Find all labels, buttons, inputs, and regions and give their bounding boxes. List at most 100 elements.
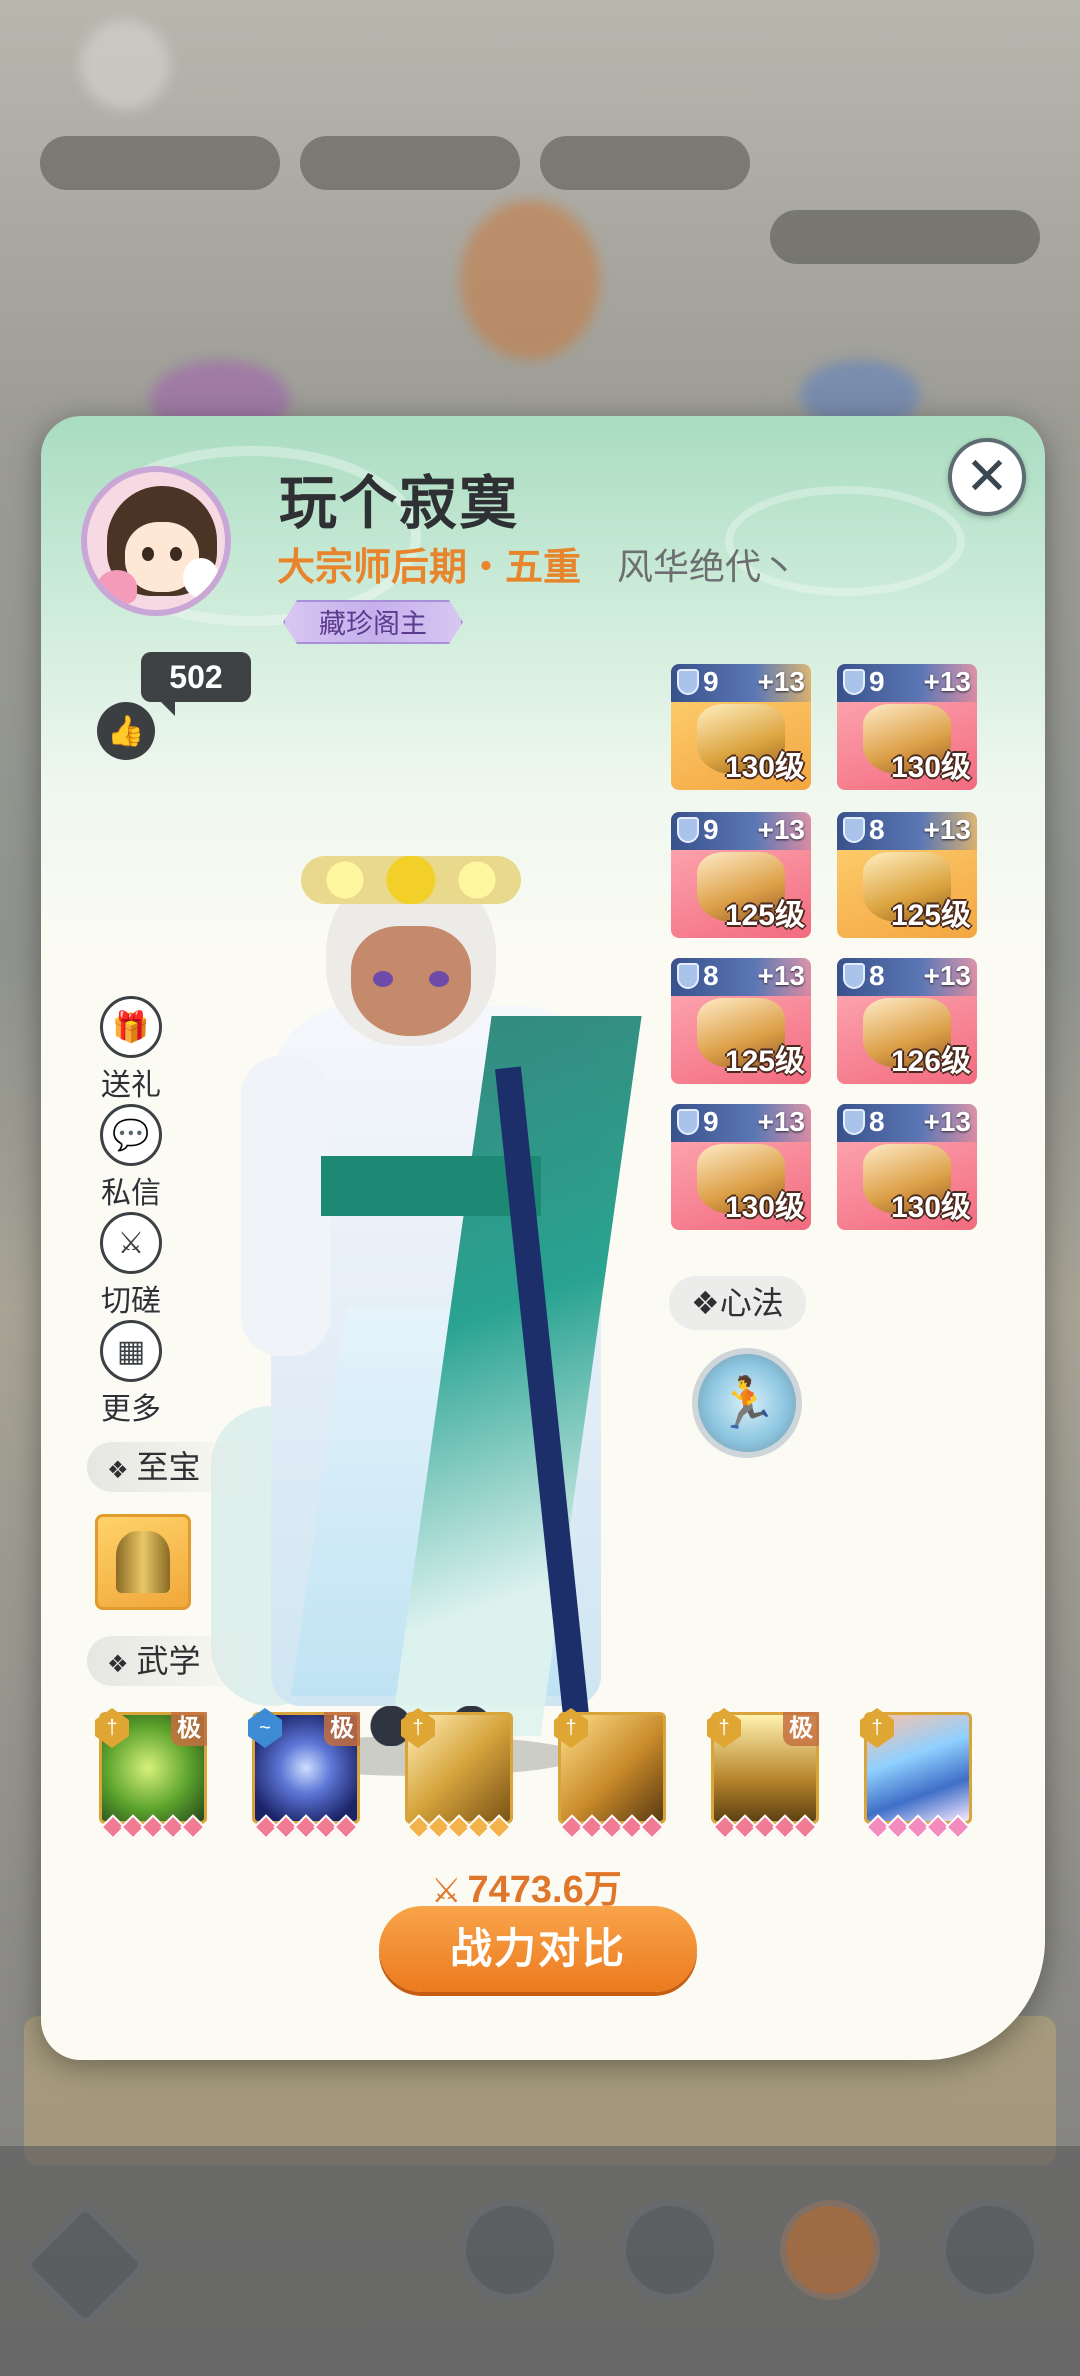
skill-slot[interactable]: †: [401, 1708, 513, 1840]
combat-power-icon: ⚔: [431, 1872, 462, 1910]
skill-slot[interactable]: †: [860, 1708, 972, 1840]
character-model[interactable]: [201, 746, 691, 1786]
equipment-slot-amulet[interactable]: 8 +13 130级: [837, 1104, 977, 1230]
item-level: 125级: [724, 1045, 805, 1078]
gem-count: 9: [703, 814, 719, 845]
gem-count: 8: [869, 1106, 885, 1137]
close-button[interactable]: ✕: [948, 438, 1026, 516]
gift-icon: 🎁: [100, 996, 162, 1058]
gem-shield-icon: [843, 817, 865, 843]
player-profile-modal: ✕ 玩个寂寞 大宗师后期・五重 风华绝代丶 藏珍阁主 502 👍 🎁 送礼 💬 …: [41, 416, 1045, 2060]
gem-shield-icon: [843, 1109, 865, 1135]
gem-shield-icon: [677, 669, 699, 695]
skill-grade-badge: 极: [324, 1712, 360, 1746]
skill-grade-badge: 极: [171, 1712, 207, 1746]
more-button[interactable]: ▦ 更多: [91, 1320, 171, 1428]
duel-button[interactable]: ⚔ 切磋: [91, 1212, 171, 1320]
equipment-slot-weapon[interactable]: 9 +13 130级: [671, 664, 811, 790]
item-level: 126级: [890, 1045, 971, 1078]
star-rating: [711, 1814, 819, 1840]
equipment-slot-helmet[interactable]: 9 +13 130级: [837, 664, 977, 790]
gem-count: 8: [869, 814, 885, 845]
like-count: 502: [141, 652, 251, 716]
enhance-level: +13: [923, 666, 972, 697]
message-icon: 💬: [100, 1104, 162, 1166]
star-rating: [405, 1814, 513, 1840]
item-level: 130级: [890, 1191, 971, 1224]
combat-power-value: 7473.6万: [467, 1869, 622, 1911]
gift-button[interactable]: 🎁 送礼: [91, 996, 171, 1104]
item-level: 130级: [724, 751, 805, 784]
more-grid-icon: ▦: [100, 1320, 162, 1382]
wuxue-section-title: ❖ 武学: [87, 1636, 261, 1686]
enhance-level: +13: [757, 814, 806, 845]
star-rating: [864, 1814, 972, 1840]
equipment-slot-armor[interactable]: 8 +13 125级: [837, 812, 977, 938]
diamond-bullet-icon: ❖: [107, 1457, 129, 1484]
message-button[interactable]: 💬 私信: [91, 1104, 171, 1212]
thumbs-up-icon: 👍: [107, 714, 145, 748]
skill-slot[interactable]: † 极: [95, 1708, 207, 1840]
bell-icon: [116, 1531, 170, 1593]
enhance-level: +13: [923, 814, 972, 845]
equipment-slot-shoes[interactable]: 8 +13 125级: [671, 958, 811, 1084]
gem-count: 8: [869, 960, 885, 991]
gem-shield-icon: [843, 669, 865, 695]
title-badge[interactable]: 藏珍阁主: [283, 600, 463, 644]
diamond-bullet-icon: ❖: [107, 1651, 129, 1678]
like-button[interactable]: 👍: [97, 702, 155, 760]
side-action-label: 更多: [101, 1393, 161, 1426]
enhance-level: +13: [923, 960, 972, 991]
player-name: 玩个寂寞: [279, 471, 520, 536]
xinfa-skill-slot[interactable]: 🏃: [692, 1348, 802, 1458]
combat-power: ⚔ 7473.6万: [431, 1858, 622, 1913]
side-action-label: 送礼: [101, 1069, 161, 1102]
section-title-text: 武学: [136, 1643, 201, 1679]
item-level: 130级: [724, 1191, 805, 1224]
equipment-slot-top[interactable]: 9 +13 125级: [671, 812, 811, 938]
skill-slot[interactable]: † 极: [707, 1708, 819, 1840]
section-title-text: 至宝: [136, 1449, 201, 1485]
skill-grade-badge: 极: [783, 1712, 819, 1746]
gem-shield-icon: [677, 1109, 699, 1135]
crossed-swords-icon: ⚔: [100, 1212, 162, 1274]
enhance-level: +13: [923, 1106, 972, 1137]
gem-count: 9: [703, 666, 719, 697]
avatar[interactable]: [81, 466, 231, 616]
gem-count: 9: [703, 1106, 719, 1137]
gem-count: 8: [703, 960, 719, 991]
side-action-list: 🎁 送礼 💬 私信 ⚔ 切磋 ▦ 更多: [91, 996, 171, 1428]
bunny-icon: [183, 558, 219, 598]
diamond-bullet-icon: ❖: [691, 1285, 720, 1321]
gem-shield-icon: [677, 817, 699, 843]
flower-crown-icon: [301, 856, 521, 904]
item-level: 125级: [724, 899, 805, 932]
enhance-level: +13: [757, 960, 806, 991]
gem-shield-icon: [677, 963, 699, 989]
gem-count: 9: [869, 666, 885, 697]
xinfa-section-title: ❖心法: [669, 1276, 806, 1330]
enhance-level: +13: [757, 1106, 806, 1137]
side-action-label: 切磋: [101, 1285, 161, 1318]
star-rating: [558, 1814, 666, 1840]
treasure-slot[interactable]: [95, 1514, 191, 1610]
guild-name[interactable]: 风华绝代丶: [617, 538, 797, 590]
star-rating: [252, 1814, 360, 1840]
zhibao-section-title: ❖ 至宝: [87, 1442, 261, 1492]
star-rating: [99, 1814, 207, 1840]
martial-figure-icon: 🏃: [715, 1374, 779, 1431]
gem-shield-icon: [843, 963, 865, 989]
lotus-icon: [97, 570, 137, 604]
close-icon: ✕: [965, 448, 1009, 506]
side-action-label: 私信: [101, 1177, 161, 1210]
section-title-text: 心法: [719, 1285, 784, 1321]
item-level: 130级: [890, 751, 971, 784]
item-level: 125级: [890, 899, 971, 932]
enhance-level: +13: [757, 666, 806, 697]
skill-slot[interactable]: ~ 极: [248, 1708, 360, 1840]
compare-power-button[interactable]: 战力对比: [379, 1906, 697, 1992]
equipment-slot-boots[interactable]: 8 +13 126级: [837, 958, 977, 1084]
cultivation-realm: 大宗师后期・五重: [277, 547, 582, 589]
equipment-slot-ring[interactable]: 9 +13 130级: [671, 1104, 811, 1230]
skill-slot[interactable]: †: [554, 1708, 666, 1840]
